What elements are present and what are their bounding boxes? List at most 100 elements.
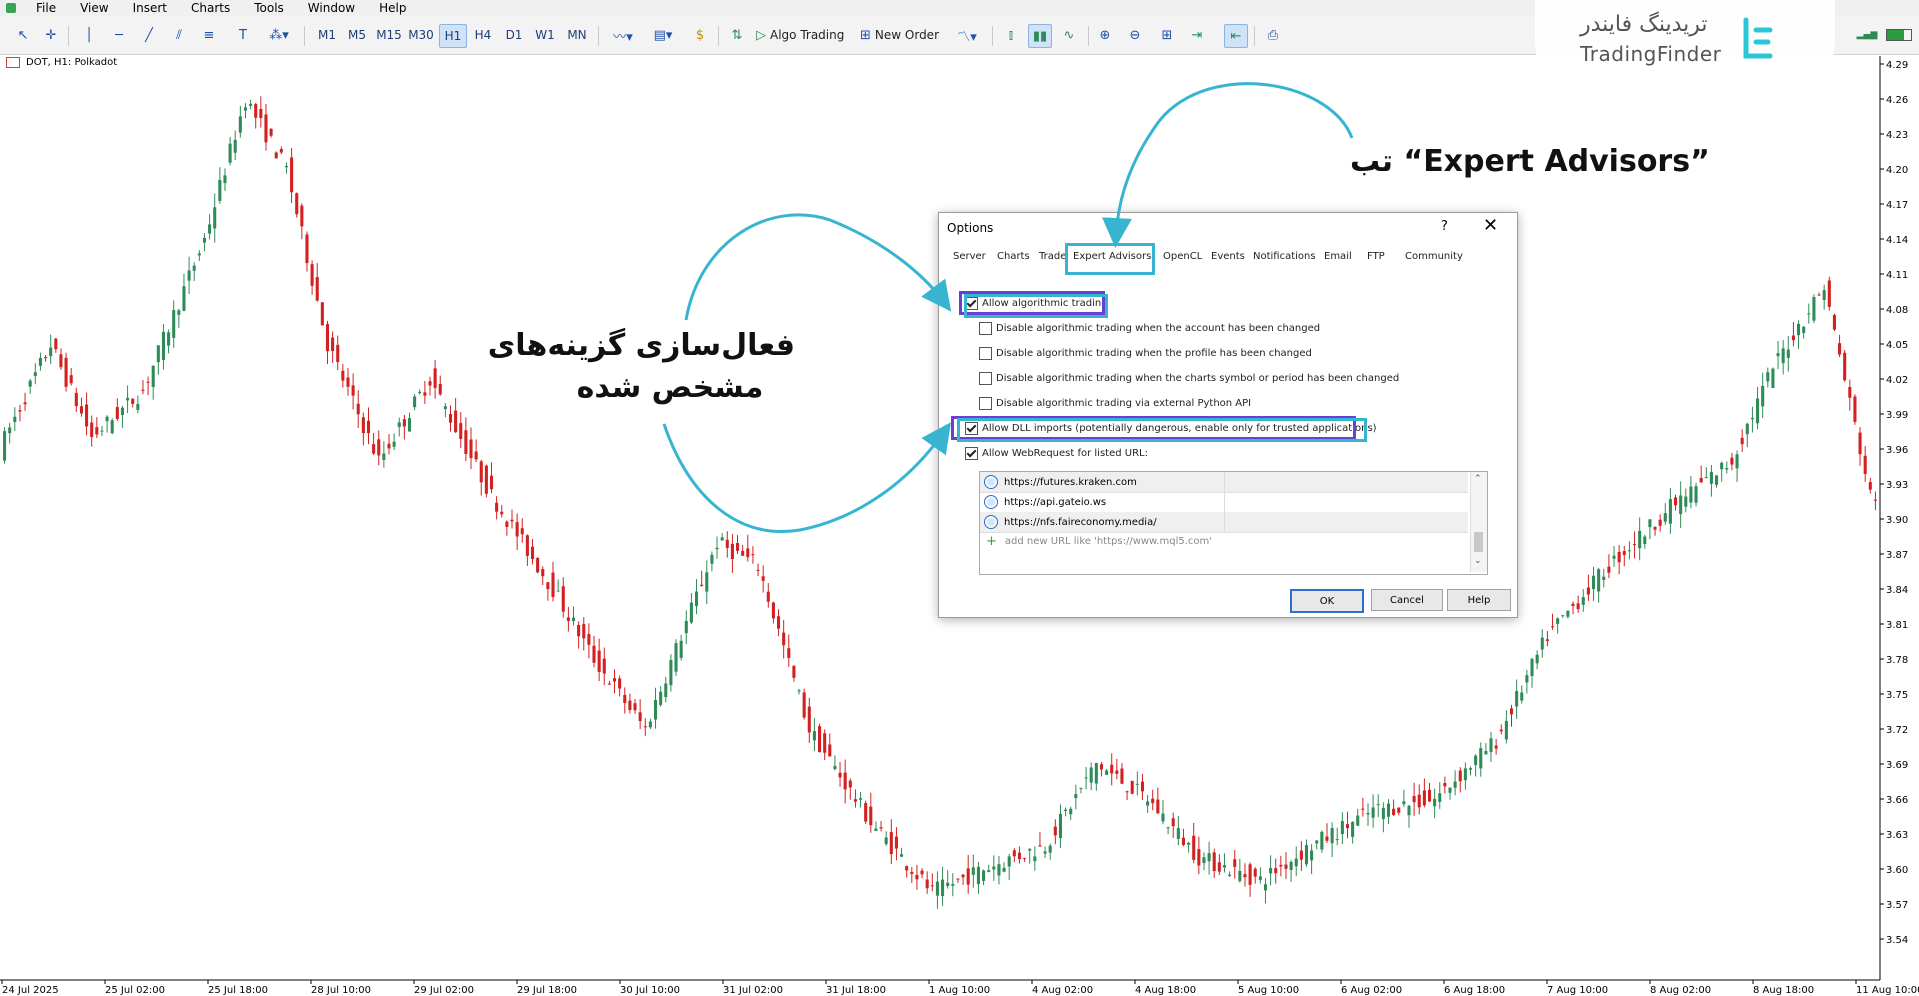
checkbox[interactable] [979,347,992,360]
candle-body [1427,789,1432,802]
chart-shift-icon[interactable]: ⇤ [1224,24,1248,48]
url-row[interactable]: https://futures.kraken.com [980,472,1468,493]
candle-body [167,332,171,346]
candle-body [1253,868,1257,877]
indicators-icon[interactable]: ▤▾ [646,24,680,46]
tab-charts[interactable]: Charts [997,251,1030,262]
time-label: 8 Aug 18:00 [1753,985,1814,996]
candle-body [1761,385,1765,407]
candle-body [874,828,878,831]
algo-trading-button[interactable]: ▷ Algo Trading [756,24,864,46]
screenshot-icon[interactable]: ⎙ [1262,24,1284,46]
candle-body [1694,486,1698,503]
zoom-out-icon[interactable]: ⊖ [1124,24,1146,46]
url-list-scrollbar[interactable]: ⌃ ⌄ [1470,472,1487,572]
timeframe-mn[interactable]: MN [563,24,591,46]
timeframe-h1[interactable]: H1 [439,24,467,48]
trendline-icon[interactable]: ╱ [138,24,160,46]
cancel-button[interactable]: Cancel [1371,589,1443,611]
url-row[interactable]: https://nfs.faireconomy.media/ [980,512,1468,533]
menu-help[interactable]: Help [367,0,418,16]
tab-community[interactable]: Community [1405,251,1463,262]
candle-body [1105,770,1109,775]
line-chart-icon[interactable]: ∿ [1058,24,1080,46]
help-button[interactable]: Help [1447,589,1511,611]
candle-body [838,772,842,778]
text-icon[interactable]: T [232,24,254,46]
grid-icon[interactable]: ⊞ [1156,24,1178,46]
tab-ftp[interactable]: FTP [1367,251,1385,262]
candlestick-icon[interactable]: ▮▮ [1028,24,1052,48]
timeframe-m5[interactable]: M5 [344,24,370,46]
menu-charts[interactable]: Charts [179,0,242,16]
tab-email[interactable]: Email [1324,251,1352,262]
option-disable-profile-change[interactable]: Disable algorithmic trading when the pro… [979,347,1312,360]
timeframe-m15[interactable]: M15 [374,24,404,46]
timeframe-d1[interactable]: D1 [501,24,527,46]
candle-body [925,879,929,889]
menu-tools[interactable]: Tools [242,0,296,16]
menu-window[interactable]: Window [296,0,367,16]
crosshair-icon[interactable]: ✛ [40,24,62,46]
menu-view[interactable]: View [68,0,120,16]
chart-type-icon[interactable]: 〰▾ [606,24,640,46]
candle-body [1192,835,1196,860]
candle-body [192,265,196,271]
tab-opencl[interactable]: OpenCL [1163,251,1202,262]
candle-body [284,165,289,168]
url-list[interactable]: https://futures.kraken.com https://api.g… [979,471,1488,575]
vertical-line-icon[interactable]: │ [78,24,100,46]
add-url-row[interactable]: + add new URL like 'https://www.mql5.com… [980,534,1212,549]
close-icon[interactable]: ✕ [1483,215,1498,236]
fibonacci-icon[interactable]: ≡ [198,24,220,46]
help-icon[interactable]: ? [1441,219,1448,234]
horizontal-line-icon[interactable]: ─ [108,24,130,46]
shapes-icon[interactable]: ⁂▾ [264,24,294,46]
candle-body [1812,297,1816,321]
depth-icon[interactable]: 〽▾ [950,24,984,46]
option-disable-symbol-change[interactable]: Disable algorithmic trading when the cha… [979,372,1399,385]
candle-body [274,152,278,159]
url-row[interactable]: https://api.gateio.ws [980,492,1468,513]
tab-events[interactable]: Events [1211,251,1245,262]
option-allow-webrequest[interactable]: Allow WebRequest for listed URL: [965,447,1148,460]
checkbox[interactable] [979,397,992,410]
zoom-in-icon[interactable]: ⊕ [1094,24,1116,46]
new-order-button[interactable]: ⊞ New Order [860,24,944,46]
timeframe-h4[interactable]: H4 [470,24,496,46]
candle-body [777,616,781,629]
scrollbar-thumb[interactable] [1474,532,1483,552]
chevron-down-icon[interactable]: ⌄ [1474,556,1482,566]
autoscroll-icon[interactable]: ⇥ [1186,24,1208,46]
tab-notifications[interactable]: Notifications [1253,251,1316,262]
tab-trade[interactable]: Trade [1039,251,1066,262]
channel-icon[interactable]: ⫽ [168,24,190,46]
candle-body [182,286,186,311]
candle-body [674,643,678,672]
candle-body [1791,335,1795,341]
cursor-icon[interactable]: ↖ [12,24,34,46]
checkbox[interactable] [965,447,978,460]
checkbox[interactable] [979,322,992,335]
menu-file[interactable]: File [24,0,68,16]
option-disable-python-api[interactable]: Disable algorithmic trading via external… [979,397,1251,410]
timeframe-w1[interactable]: W1 [532,24,558,46]
timeframe-m30[interactable]: M30 [406,24,436,46]
signals-icon[interactable]: ⇅ [726,24,748,46]
price-label: 3.87 [1886,550,1908,561]
timeframe-m1[interactable]: M1 [314,24,340,46]
dollar-icon[interactable]: $ [690,24,710,46]
tab-server[interactable]: Server [953,251,986,262]
bar-chart-icon[interactable]: ⫾ [1000,24,1022,46]
tradingfinder-logo-icon [1743,17,1773,59]
candle-body [1325,836,1329,841]
menu-insert[interactable]: Insert [121,0,179,16]
candle-body [238,116,242,133]
option-disable-account-change[interactable]: Disable algorithmic trading when the acc… [979,322,1320,335]
ok-button[interactable]: OK [1290,589,1364,613]
candle-body [546,582,550,590]
chevron-up-icon[interactable]: ⌃ [1474,474,1482,484]
toolbar-divider [1088,26,1089,46]
checkbox[interactable] [979,372,992,385]
candle-body [1566,610,1570,617]
